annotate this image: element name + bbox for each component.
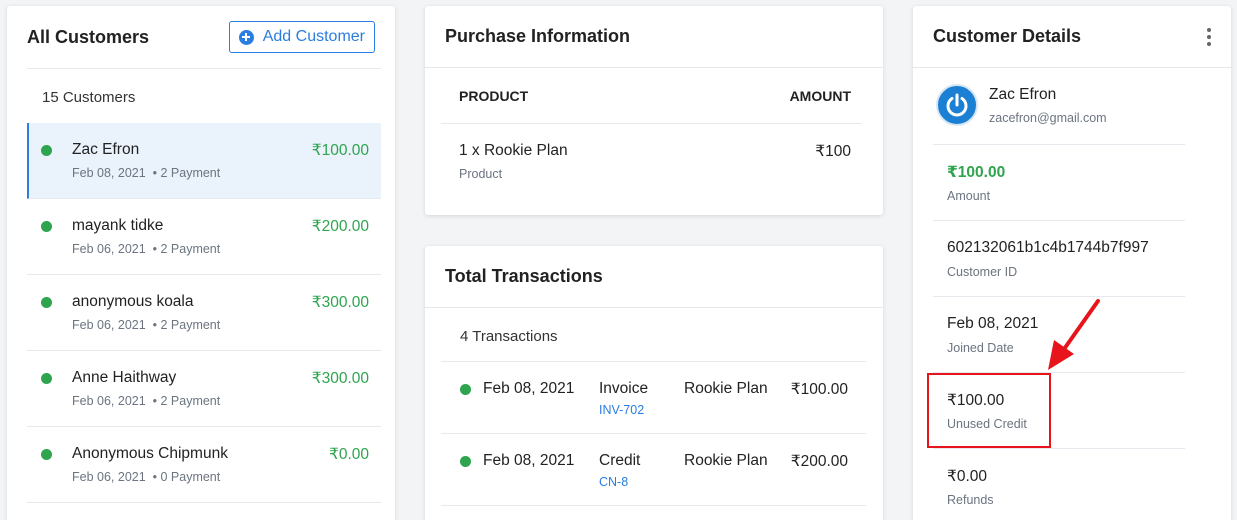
add-customer-button[interactable]: Add Customer xyxy=(228,21,375,53)
purchase-table-header: PRODUCT AMOUNT xyxy=(441,68,862,124)
status-dot xyxy=(41,449,52,460)
transaction-plan: Rookie Plan xyxy=(684,452,768,469)
customer-meta: Feb 08, 2021 • 2 Payment xyxy=(72,166,220,180)
customer-meta: Feb 06, 2021 • 2 Payment xyxy=(72,242,220,256)
product-name: 1 x Rookie Plan xyxy=(459,142,568,159)
details-title: Customer Details xyxy=(933,26,1082,46)
customer-date: Feb 06, 2021 xyxy=(72,242,146,256)
customer-row[interactable]: mayank tidke Feb 06, 2021 • 2 Payment ₹2… xyxy=(27,199,381,275)
customer-name: anonymous koala xyxy=(72,293,194,310)
status-dot xyxy=(460,384,471,395)
transactions-list: Feb 08, 2021 Invoice INV-702 Rookie Plan… xyxy=(441,362,866,506)
customer-name: Anonymous Chipmunk xyxy=(72,445,228,462)
product-type: Product xyxy=(459,167,503,181)
customer-name: Anne Haithway xyxy=(72,369,177,386)
avatar-power-icon xyxy=(946,93,968,117)
detail-label: Joined Date xyxy=(947,341,1014,355)
customer-payments: • 2 Payment xyxy=(152,166,221,180)
transaction-type: Credit xyxy=(599,452,641,469)
customer-row[interactable]: Zac Efron Feb 08, 2021 • 2 Payment ₹100.… xyxy=(27,123,381,199)
purchase-title: Purchase Information xyxy=(445,26,631,46)
add-customer-label: Add Customer xyxy=(262,28,365,45)
product-amount: ₹100 xyxy=(815,143,851,160)
customer-name: Zac Efron xyxy=(72,141,140,158)
customers-title: All Customers xyxy=(27,26,150,47)
customer-amount: ₹100.00 xyxy=(311,142,369,159)
avatar xyxy=(936,84,978,126)
customer-amount: ₹300.00 xyxy=(311,294,369,311)
transaction-amount: ₹200.00 xyxy=(790,453,848,470)
detail-label: Refunds xyxy=(947,493,994,507)
customers-count: 15 Customers xyxy=(27,68,381,123)
customer-payments: • 2 Payment xyxy=(152,394,221,408)
customer-row[interactable]: Anne Haithway Feb 06, 2021 • 2 Payment ₹… xyxy=(27,351,381,427)
transactions-header: Total Transactions xyxy=(425,246,883,308)
customer-meta: Feb 06, 2021 • 2 Payment xyxy=(72,394,220,408)
detail-label: Amount xyxy=(947,189,991,203)
status-dot xyxy=(41,145,52,156)
column-amount: AMOUNT xyxy=(789,87,851,104)
customer-name: Zac Efron xyxy=(989,86,1057,103)
purchase-header: Purchase Information xyxy=(425,6,883,68)
customer-payments: • 0 Payment xyxy=(152,470,221,484)
kebab-menu-icon[interactable] xyxy=(1207,26,1211,48)
annotation-arrow xyxy=(1048,299,1100,370)
purchase-table: PRODUCT AMOUNT 1 x Rookie Plan Product ₹… xyxy=(441,68,862,199)
transactions-title: Total Transactions xyxy=(445,266,603,286)
customer-profile: Zac Efron zacefron@gmail.com xyxy=(933,68,1185,145)
detail-value: Feb 08, 2021 xyxy=(947,315,1039,332)
customer-amount: ₹200.00 xyxy=(311,218,369,235)
detail-amount: ₹100.00 Amount xyxy=(933,145,1185,221)
customer-amount: ₹300.00 xyxy=(311,370,369,387)
annotation-highlight-box xyxy=(927,373,1051,448)
transaction-ref-link[interactable]: CN-8 xyxy=(599,475,628,489)
detail-label: Customer ID xyxy=(947,265,1018,279)
detail-refunds: ₹0.00 Refunds xyxy=(933,449,1185,520)
status-dot xyxy=(41,221,52,232)
transaction-ref-link[interactable]: INV-702 xyxy=(599,403,644,417)
customer-row[interactable]: Anonymous Chipmunk Feb 06, 2021 • 0 Paym… xyxy=(27,427,381,503)
status-dot xyxy=(41,297,52,308)
transaction-row[interactable]: Feb 08, 2021 Credit CN-8 Rookie Plan ₹20… xyxy=(441,434,866,506)
customer-date: Feb 06, 2021 xyxy=(72,470,146,484)
customer-date: Feb 06, 2021 xyxy=(72,318,146,332)
customers-panel: All Customers Add Customer 15 Customers … xyxy=(7,6,395,520)
purchase-row: 1 x Rookie Plan Product ₹100 xyxy=(441,124,862,199)
transaction-type: Invoice xyxy=(599,380,649,397)
customer-date: Feb 06, 2021 xyxy=(72,394,146,408)
customers-list: Zac Efron Feb 08, 2021 • 2 Payment ₹100.… xyxy=(27,123,381,503)
customer-name: mayank tidke xyxy=(72,217,164,234)
status-dot xyxy=(460,456,471,467)
status-dot xyxy=(41,373,52,384)
customer-row[interactable]: anonymous koala Feb 06, 2021 • 2 Payment… xyxy=(27,275,381,351)
customer-amount: ₹0.00 xyxy=(328,446,369,463)
detail-value: 602132061b1c4b1744b7f997 xyxy=(947,239,1149,256)
customer-payments: • 2 Payment xyxy=(152,318,221,332)
detail-value: ₹100.00 xyxy=(947,164,1006,181)
customer-email: zacefron@gmail.com xyxy=(989,111,1107,125)
column-product: PRODUCT xyxy=(459,87,529,104)
purchase-panel: Purchase Information PRODUCT AMOUNT 1 x … xyxy=(425,6,883,215)
transaction-amount: ₹100.00 xyxy=(790,381,848,398)
plus-circle-icon xyxy=(238,29,254,45)
customer-meta: Feb 06, 2021 • 0 Payment xyxy=(72,470,220,484)
detail-value: ₹0.00 xyxy=(947,468,988,485)
transaction-row[interactable]: Feb 08, 2021 Invoice INV-702 Rookie Plan… xyxy=(441,362,866,434)
transaction-plan: Rookie Plan xyxy=(684,380,768,397)
transactions-count: 4 Transactions xyxy=(441,308,866,362)
detail-customer-id: 602132061b1c4b1744b7f997 Customer ID xyxy=(933,221,1185,297)
customer-date: Feb 08, 2021 xyxy=(72,166,146,180)
customer-payments: • 2 Payment xyxy=(152,242,221,256)
transaction-date: Feb 08, 2021 xyxy=(483,380,575,397)
customers-header: All Customers Add Customer xyxy=(7,6,395,68)
transactions-panel: Total Transactions 4 Transactions Feb 08… xyxy=(425,246,883,520)
customer-meta: Feb 06, 2021 • 2 Payment xyxy=(72,318,220,332)
transaction-date: Feb 08, 2021 xyxy=(483,452,575,469)
details-header: Customer Details xyxy=(913,6,1231,68)
